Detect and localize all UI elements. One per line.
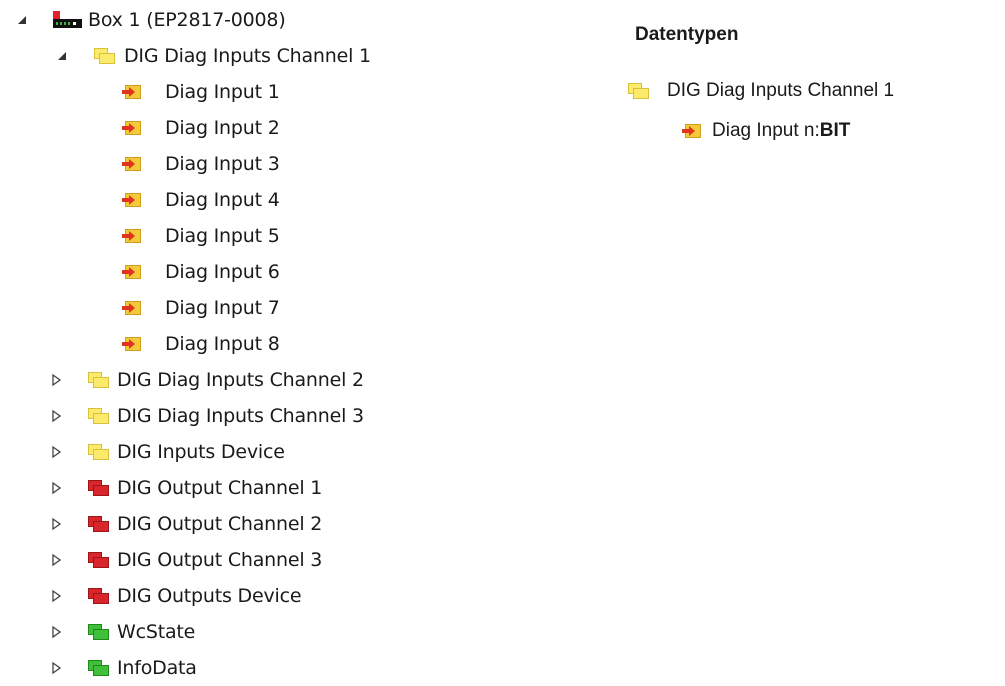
input-variable-icon — [122, 192, 142, 208]
input-variable-icon — [682, 123, 702, 139]
tree-node-label: DIG Output Channel 1 — [117, 477, 323, 499]
datatype-item-type: BIT — [819, 120, 851, 141]
output-folder-icon — [88, 480, 110, 496]
tree-node-label: Box 1 (EP2817-0008) — [88, 9, 286, 31]
tree-node-diag-input[interactable]: Diag Input 7 — [122, 290, 280, 326]
collapse-arrow-icon[interactable] — [57, 49, 67, 63]
status-folder-icon — [88, 624, 110, 640]
tree-node-label: Diag Input 1 — [165, 81, 280, 103]
datatype-item: Diag Input n: BIT — [682, 120, 850, 142]
datatype-item-name: Diag Input n: — [712, 120, 820, 141]
tree-node-collapsed[interactable]: DIG Diag Inputs Channel 2 — [51, 362, 364, 398]
tree-node-diag-input[interactable]: Diag Input 4 — [122, 182, 280, 218]
input-variable-icon — [122, 300, 142, 316]
tree-node-label: DIG Output Channel 2 — [117, 513, 323, 535]
tree-node-diag-input[interactable]: Diag Input 1 — [122, 74, 280, 110]
datatype-group: DIG Diag Inputs Channel 1 — [628, 80, 894, 102]
expand-arrow-icon[interactable] — [51, 589, 61, 603]
tree-node-collapsed[interactable]: DIG Output Channel 1 — [51, 470, 322, 506]
datatype-group-label: DIG Diag Inputs Channel 1 — [667, 80, 895, 101]
tree-node-collapsed[interactable]: WcState — [51, 614, 195, 650]
expand-arrow-icon[interactable] — [51, 409, 61, 423]
status-folder-icon — [88, 660, 110, 676]
expand-arrow-icon[interactable] — [51, 445, 61, 459]
expand-arrow-icon[interactable] — [51, 553, 61, 567]
tree-node-box1[interactable]: Box 1 (EP2817-0008) — [17, 2, 286, 38]
tree-node-collapsed[interactable]: DIG Inputs Device — [51, 434, 285, 470]
datatypes-heading: Datentypen — [635, 24, 739, 45]
expand-arrow-icon[interactable] — [51, 625, 61, 639]
expand-arrow-icon[interactable] — [51, 373, 61, 387]
output-folder-icon — [88, 552, 110, 568]
input-variable-icon — [122, 84, 142, 100]
tree-node-diag-input[interactable]: Diag Input 2 — [122, 110, 280, 146]
tree-node-label: DIG Diag Inputs Channel 1 — [124, 45, 371, 67]
input-folder-icon — [94, 48, 116, 64]
tree-node-label: Diag Input 5 — [165, 225, 280, 247]
output-folder-icon — [88, 516, 110, 532]
input-folder-icon — [88, 372, 110, 388]
input-folder-icon — [88, 408, 110, 424]
expand-arrow-icon[interactable] — [51, 661, 61, 675]
tree-node-diag-input[interactable]: Diag Input 3 — [122, 146, 280, 182]
tree-node-label: DIG Outputs Device — [117, 585, 302, 607]
ethercat-box-icon — [53, 11, 83, 29]
input-variable-icon — [122, 156, 142, 172]
tree-node-label: WcState — [117, 621, 196, 643]
tree-node-label: Diag Input 4 — [165, 189, 280, 211]
tree-node-collapsed[interactable]: DIG Outputs Device — [51, 578, 302, 614]
input-folder-icon — [628, 83, 650, 99]
tree-node-label: Diag Input 6 — [165, 261, 280, 283]
input-variable-icon — [122, 264, 142, 280]
expand-arrow-icon[interactable] — [51, 517, 61, 531]
tree-node-collapsed[interactable]: DIG Output Channel 2 — [51, 506, 322, 542]
collapse-arrow-icon[interactable] — [17, 13, 27, 27]
tree-node-label: DIG Output Channel 3 — [117, 549, 323, 571]
expand-arrow-icon[interactable] — [51, 481, 61, 495]
tree-node-label: Diag Input 2 — [165, 117, 280, 139]
tree-node-channel1[interactable]: DIG Diag Inputs Channel 1 — [57, 38, 371, 74]
tree-node-collapsed[interactable]: DIG Output Channel 3 — [51, 542, 322, 578]
tree-node-diag-input[interactable]: Diag Input 8 — [122, 326, 280, 362]
tree-node-label: DIG Diag Inputs Channel 2 — [117, 369, 364, 391]
tree-node-label: Diag Input 8 — [165, 333, 280, 355]
tree-node-label: Diag Input 3 — [165, 153, 280, 175]
input-folder-icon — [88, 444, 110, 460]
output-folder-icon — [88, 588, 110, 604]
process-image-tree: Box 1 (EP2817-0008) DIG Diag Inputs Chan… — [0, 0, 600, 680]
input-variable-icon — [122, 228, 142, 244]
tree-node-label: InfoData — [117, 657, 197, 679]
input-variable-icon — [122, 336, 142, 352]
tree-node-label: DIG Diag Inputs Channel 3 — [117, 405, 364, 427]
tree-node-collapsed[interactable]: InfoData — [51, 650, 197, 686]
tree-node-label: Diag Input 7 — [165, 297, 280, 319]
tree-node-collapsed[interactable]: DIG Diag Inputs Channel 3 — [51, 398, 364, 434]
input-variable-icon — [122, 120, 142, 136]
tree-node-label: DIG Inputs Device — [117, 441, 285, 463]
datatypes-legend: Datentypen DIG Diag Inputs Channel 1 Dia… — [620, 0, 1005, 680]
tree-node-diag-input[interactable]: Diag Input 6 — [122, 254, 280, 290]
tree-node-diag-input[interactable]: Diag Input 5 — [122, 218, 280, 254]
